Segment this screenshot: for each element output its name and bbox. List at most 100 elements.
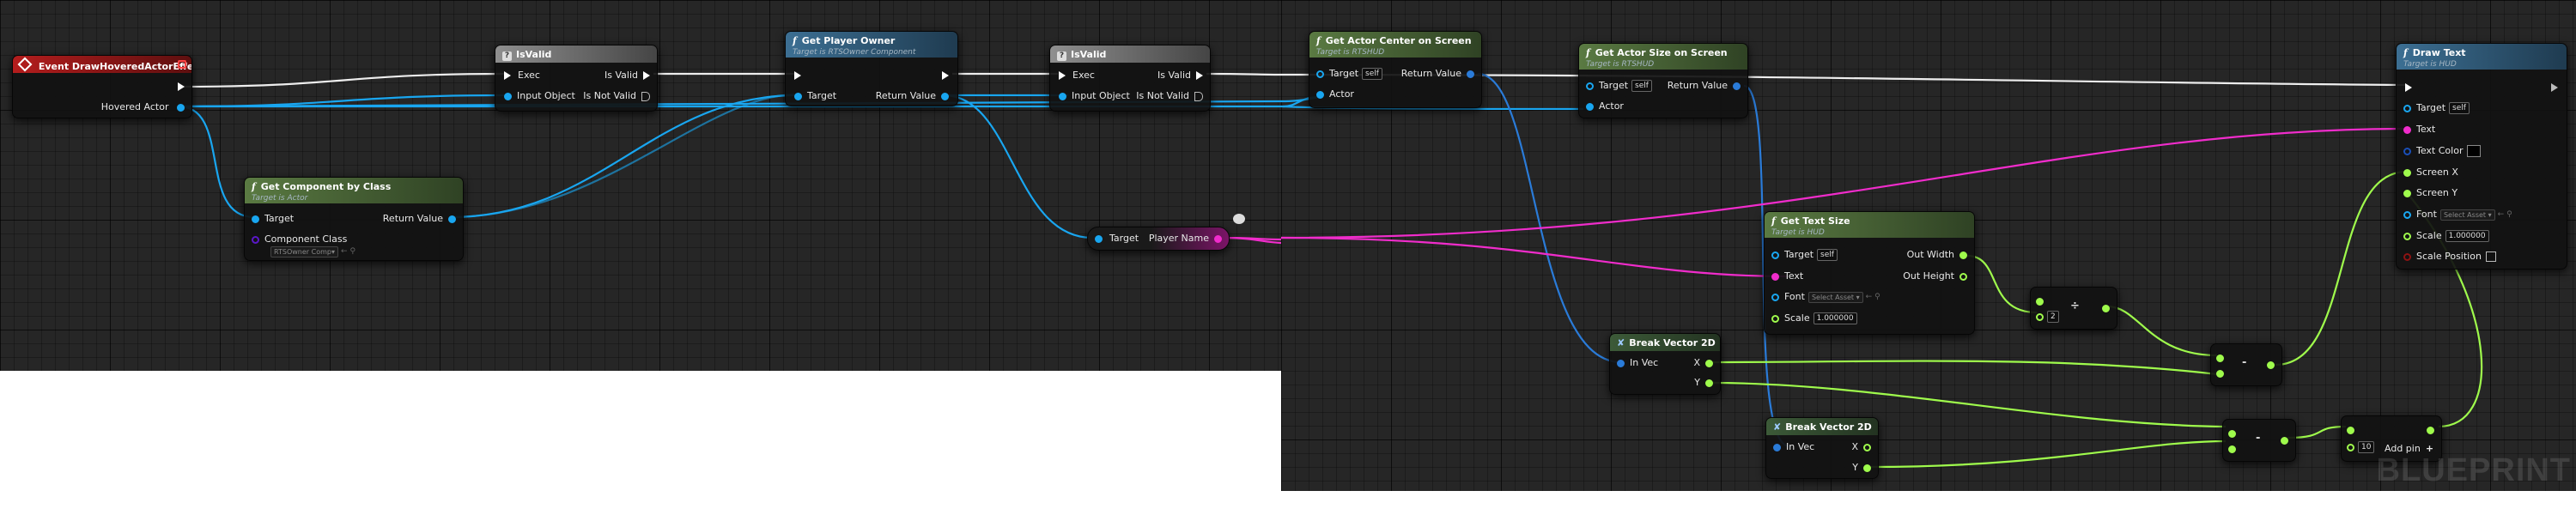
- is-not-valid-pin[interactable]: [1194, 91, 1203, 101]
- exec-in-pin[interactable]: [794, 71, 801, 80]
- subtract-a-pin[interactable]: [2228, 429, 2236, 438]
- get-player-owner-node[interactable]: f Get Player Owner Target is RTSOwner Comp…: [785, 31, 958, 106]
- in-vec-pin[interactable]: [1773, 443, 1781, 451]
- player-name-getter-node[interactable]: Target Player Name: [1087, 227, 1230, 251]
- event-node[interactable]: Event DrawHoveredActorEffect Hovered Act…: [12, 55, 192, 118]
- out-width-pin[interactable]: [1959, 251, 1967, 259]
- self-field[interactable]: self: [2449, 102, 2470, 114]
- isvalid-node-2[interactable]: ? IsValid Exec Input Object Is Valid Is N…: [1049, 45, 1211, 112]
- break-vector-2-header[interactable]: ✘ Break Vector 2D: [1766, 418, 1878, 435]
- break-vector-node-2[interactable]: ✘ Break Vector 2D In Vec X Y: [1765, 417, 1879, 479]
- isvalid-node-2-header[interactable]: ? IsValid: [1050, 45, 1210, 63]
- divide-out-pin[interactable]: [2102, 304, 2110, 312]
- text-size-header[interactable]: f Get Text Size Target is HUD: [1765, 212, 1974, 238]
- font-pin[interactable]: [2403, 210, 2411, 219]
- isvalid-node-1-header[interactable]: ? IsValid: [495, 45, 657, 63]
- is-not-valid-pin[interactable]: [641, 91, 650, 101]
- actor-center-node[interactable]: f Get Actor Center on Screen Target is RTS…: [1309, 31, 1482, 108]
- return-value-pin[interactable]: [448, 215, 456, 223]
- exec-out-pin[interactable]: [942, 71, 949, 80]
- draw-text-node[interactable]: f Draw Text Target is HUD Target self Text …: [2396, 43, 2567, 270]
- text-size-node[interactable]: f Get Text Size Target is HUD Target self T…: [1764, 211, 1975, 335]
- screen-x-pin[interactable]: [2403, 168, 2411, 177]
- divide-b-pin[interactable]: [2036, 312, 2044, 321]
- out-height-pin[interactable]: [1959, 272, 1967, 281]
- target-pin[interactable]: [2403, 104, 2411, 112]
- search-icon[interactable]: ⚲: [2506, 208, 2512, 221]
- font-asset-dropdown[interactable]: Select Asset ▾: [2439, 209, 2495, 221]
- actor-size-header[interactable]: f Get Actor Size on Screen Target is RTSHU…: [1579, 44, 1747, 70]
- text-pin[interactable]: [2403, 125, 2411, 134]
- scale-field[interactable]: 1.000000: [1813, 312, 1857, 324]
- actor-size-node[interactable]: f Get Actor Size on Screen Target is RTSHU…: [1578, 43, 1748, 118]
- actor-pin[interactable]: [1316, 90, 1324, 99]
- is-valid-pin[interactable]: [1196, 71, 1203, 80]
- target-pin[interactable]: [794, 92, 802, 100]
- self-field[interactable]: self: [1631, 80, 1652, 92]
- get-component-header[interactable]: f Get Component by Class Target is Actor: [245, 178, 463, 203]
- divide-node[interactable]: 2 ÷: [2030, 287, 2117, 330]
- in-vec-pin[interactable]: [1617, 359, 1625, 367]
- isvalid-node-1[interactable]: ? IsValid Exec Input Object Is Valid Is N…: [495, 45, 658, 112]
- actor-pin[interactable]: [1586, 102, 1594, 111]
- subtract-a-pin[interactable]: [2347, 426, 2354, 434]
- y-pin[interactable]: [1705, 379, 1713, 387]
- graph-panel-right[interactable]: f Get Actor Center on Screen Target is RTS…: [1281, 0, 2576, 491]
- self-field[interactable]: self: [1817, 249, 1838, 261]
- browse-icon[interactable]: ←: [2498, 208, 2505, 221]
- target-pin[interactable]: [1316, 70, 1324, 78]
- hovered-actor-pin[interactable]: [177, 103, 185, 112]
- subtract-b-pin[interactable]: [2216, 369, 2224, 378]
- divide-value-field[interactable]: 2: [2047, 311, 2059, 323]
- return-value-pin[interactable]: [1467, 70, 1474, 78]
- event-node-header[interactable]: Event DrawHoveredActorEffect: [13, 56, 191, 73]
- font-asset-dropdown[interactable]: Select Asset ▾: [1807, 291, 1863, 303]
- return-value-pin[interactable]: [1733, 82, 1741, 90]
- subtract-value-field[interactable]: 10: [2358, 441, 2375, 453]
- event-exec-out[interactable]: [178, 80, 185, 94]
- return-value-pin[interactable]: [941, 92, 949, 100]
- break-vector-node-1[interactable]: ✘ Break Vector 2D In Vec X Y: [1609, 333, 1721, 395]
- exec-in-pin[interactable]: [2405, 83, 2412, 92]
- get-component-node[interactable]: f Get Component by Class Target is Actor T…: [244, 177, 464, 261]
- color-swatch[interactable]: [2467, 145, 2482, 157]
- exec-out-pin[interactable]: [2551, 83, 2558, 92]
- component-class-dropdown[interactable]: RTSOwner Comp▾: [270, 245, 338, 258]
- exec-in-pin[interactable]: [1059, 71, 1066, 80]
- screen-y-pin[interactable]: [2403, 189, 2411, 197]
- input-object-pin[interactable]: [504, 92, 512, 100]
- get-player-owner-header[interactable]: f Get Player Owner Target is RTSOwner Comp…: [786, 32, 957, 58]
- subtract-b-pin[interactable]: [2347, 443, 2354, 451]
- text-pin[interactable]: [1771, 272, 1779, 281]
- subtract-b-pin[interactable]: [2228, 445, 2236, 453]
- x-pin[interactable]: [1863, 443, 1871, 451]
- class-pin[interactable]: [252, 235, 259, 244]
- player-name-pin[interactable]: [1214, 234, 1222, 243]
- subtract-a-pin[interactable]: [2216, 354, 2224, 362]
- target-pin[interactable]: [1095, 234, 1103, 243]
- target-pin[interactable]: [252, 215, 259, 223]
- x-pin[interactable]: [1705, 359, 1713, 367]
- font-pin[interactable]: [1771, 293, 1779, 301]
- subtract-out-pin[interactable]: [2267, 360, 2275, 369]
- text-color-pin[interactable]: [2403, 147, 2411, 155]
- actor-center-header[interactable]: f Get Actor Center on Screen Target is RTS…: [1309, 32, 1481, 58]
- comment-bubble-icon[interactable]: [1233, 214, 1245, 224]
- graph-panel-left[interactable]: Event DrawHoveredActorEffect Hovered Act…: [0, 0, 1281, 371]
- search-icon[interactable]: ⚲: [1874, 290, 1880, 304]
- browse-icon[interactable]: ←: [341, 245, 348, 258]
- is-valid-pin[interactable]: [643, 71, 650, 80]
- scale-pin[interactable]: [1771, 314, 1779, 323]
- scale-field[interactable]: 1.000000: [2445, 230, 2489, 242]
- scale-position-pin[interactable]: [2403, 252, 2411, 261]
- browse-icon[interactable]: ←: [1866, 290, 1873, 304]
- target-pin[interactable]: [1586, 82, 1594, 90]
- exec-in-pin[interactable]: [504, 71, 511, 80]
- subtract-node-1[interactable]: -: [2210, 343, 2282, 386]
- subtract-node-2[interactable]: -: [2222, 419, 2296, 462]
- divide-a-pin[interactable]: [2036, 297, 2044, 306]
- input-object-pin[interactable]: [1059, 92, 1066, 100]
- subtract-out-pin[interactable]: [2281, 436, 2288, 445]
- subtract-out-pin[interactable]: [2427, 426, 2434, 434]
- y-pin[interactable]: [1863, 464, 1871, 472]
